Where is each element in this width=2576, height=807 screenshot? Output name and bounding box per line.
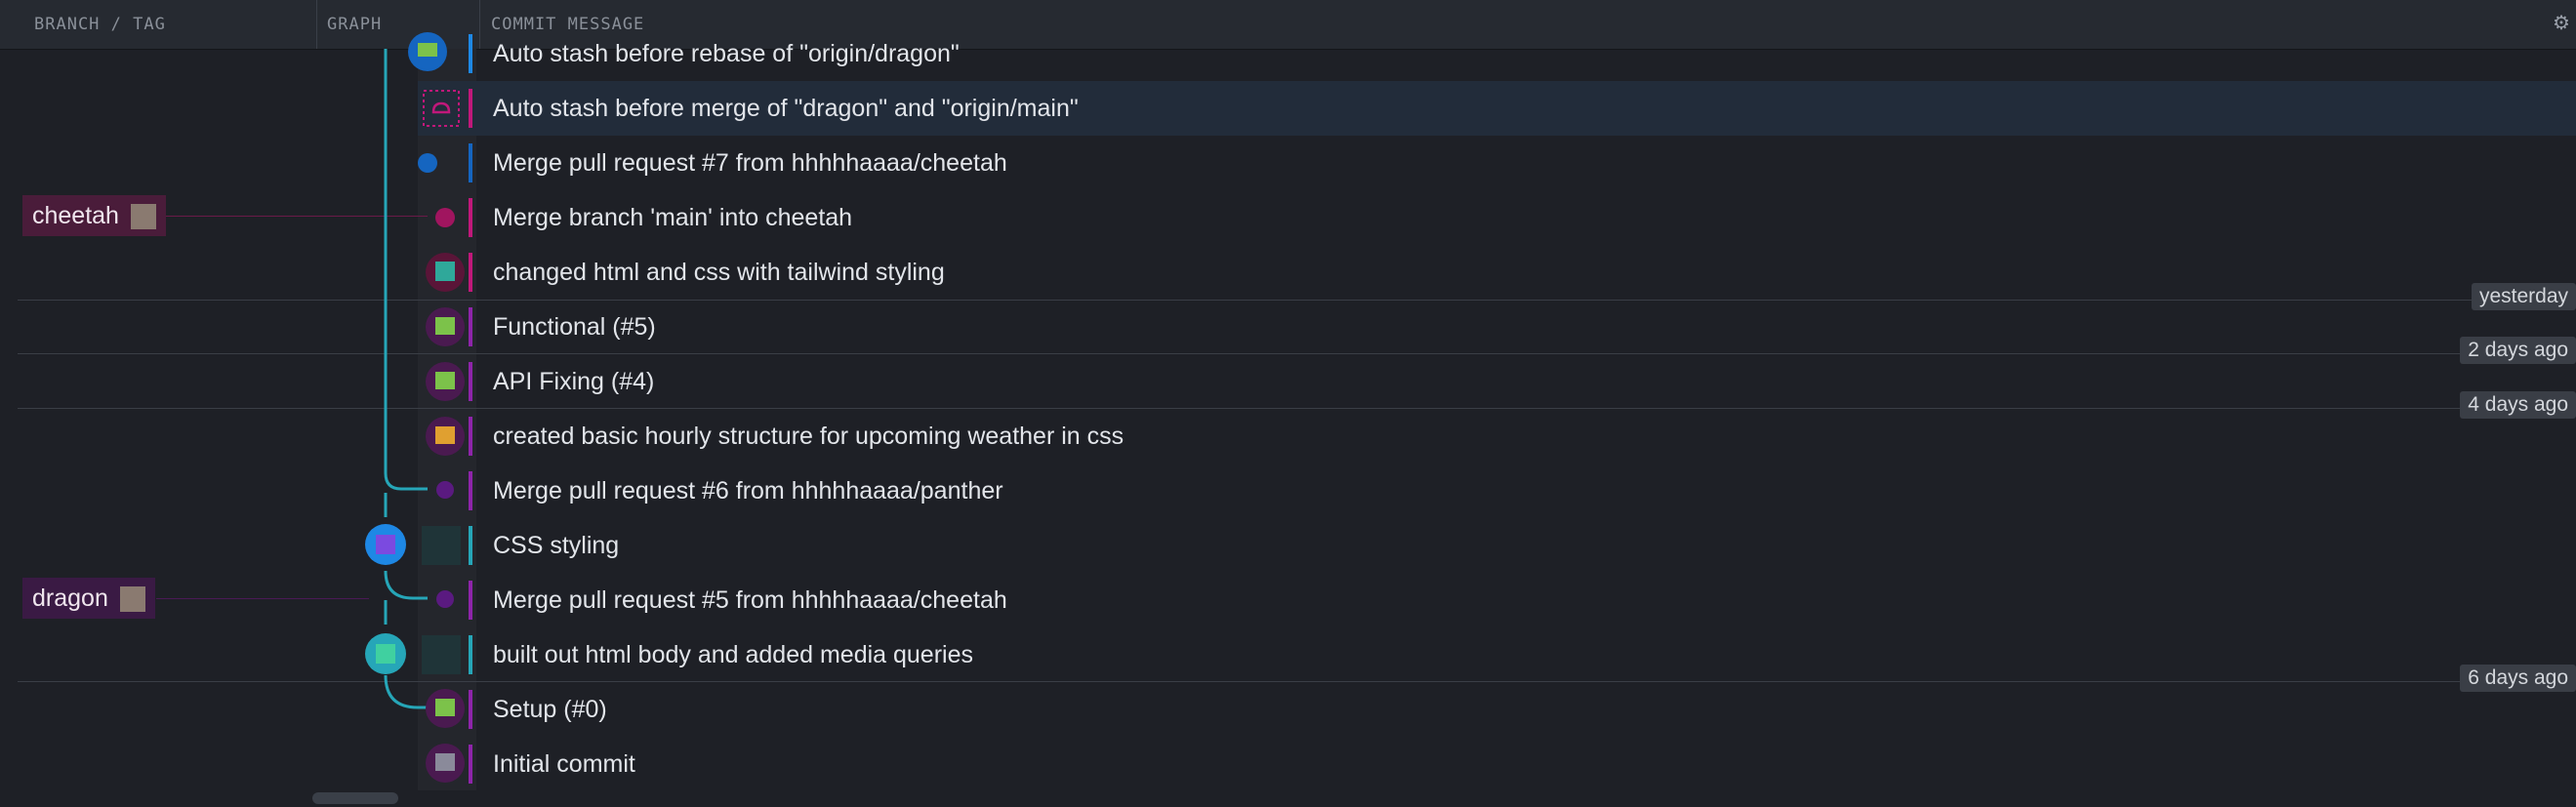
commit-graph	[365, 32, 465, 783]
avatar[interactable]	[408, 32, 447, 71]
avatar[interactable]	[365, 633, 406, 674]
horizontal-scrollbar-thumb[interactable]	[312, 792, 398, 804]
avatar[interactable]	[365, 524, 406, 565]
avatar[interactable]	[426, 744, 465, 783]
avatar[interactable]	[426, 253, 465, 292]
commit-dot	[436, 481, 454, 499]
avatar[interactable]	[426, 307, 465, 346]
avatar[interactable]	[426, 362, 465, 401]
commit-dot	[418, 153, 437, 173]
commit-dot	[435, 208, 455, 227]
avatar[interactable]	[426, 417, 465, 456]
commit-dot	[436, 590, 454, 608]
avatar[interactable]	[426, 689, 465, 728]
